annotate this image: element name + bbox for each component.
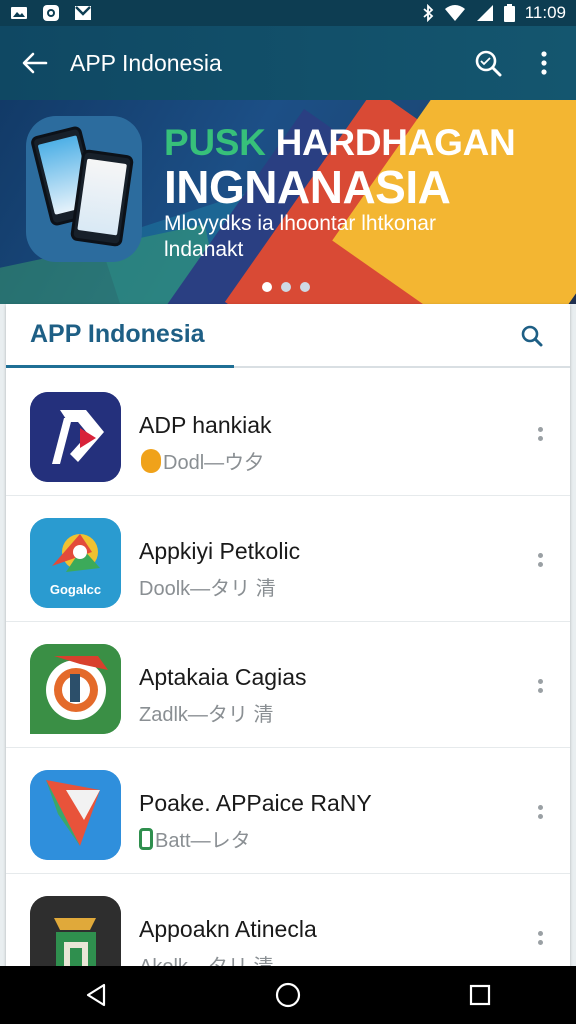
app-icon (30, 644, 121, 734)
app-name: Appkiyi Petkolic (139, 538, 301, 564)
app-icon (30, 392, 121, 482)
status-time: 11:09 (524, 3, 566, 22)
list-item[interactable]: ADP hankiak Dodl—ウ夕 (6, 370, 570, 496)
pager-dot[interactable] (281, 282, 291, 292)
app-subtitle: Dodl—ウ夕 (139, 446, 264, 475)
app-name: Appoakn Atinecla (139, 916, 317, 942)
app-subtitle: Batt—レタ (139, 824, 251, 853)
banner-subtitle-line1: Mloyydks ia lhoontar lhtkonar (164, 212, 436, 235)
nav-home-icon (275, 982, 301, 1008)
list-search-button[interactable] (510, 314, 554, 358)
pager-dot[interactable] (262, 282, 272, 292)
overflow-menu-button[interactable] (516, 26, 572, 100)
app-name: Poake. APPaice RaNY (139, 790, 372, 816)
more-button[interactable] (528, 794, 552, 830)
more-button[interactable] (528, 920, 552, 956)
promo-banner[interactable]: PUSK HARDHAGAN INGNANASIA Mloyydks ia lh… (0, 100, 576, 304)
app-subtitle: Zadlk—タリ 清 (139, 704, 274, 726)
more-button[interactable] (528, 416, 552, 452)
system-nav-bar (0, 966, 576, 1024)
app-bar-title: APP Indonesia (70, 49, 222, 76)
app-subtitle: Doolk—タリ 清 (139, 578, 276, 600)
banner-pager (262, 282, 310, 292)
tab-app-indonesia[interactable]: APP Indonesia (6, 304, 234, 368)
instagram-icon (42, 5, 60, 21)
nav-back-button[interactable] (66, 966, 126, 1024)
nav-home-button[interactable] (258, 966, 318, 1024)
banner-headline-line2: INGNANASIA (164, 161, 451, 213)
app-icon-label: Gogalcc (49, 582, 102, 597)
badge-icon (141, 448, 161, 473)
app-icon: Gogalcc (30, 518, 121, 608)
banner-subtitle-line2: lndanakt (164, 238, 244, 261)
back-button[interactable] (0, 26, 70, 100)
bluetooth-icon (423, 4, 434, 22)
app-name: ADP hankiak (139, 412, 272, 438)
signal-icon (476, 5, 493, 21)
tab-row: APP Indonesia (6, 304, 570, 368)
more-button[interactable] (528, 668, 552, 704)
app-list: ADP hankiak Dodl—ウ夕 Gogalcc Appkiyi Petk… (6, 370, 570, 1000)
overflow-menu-icon (541, 51, 547, 75)
app-icon (30, 770, 121, 860)
nav-recents-button[interactable] (450, 966, 510, 1024)
nav-back-icon (86, 983, 106, 1007)
search-icon (521, 325, 543, 347)
apps-card: APP Indonesia ADP hankiak Dodl—ウ夕 Gogalc… (6, 304, 570, 1004)
search-icon (475, 50, 502, 77)
nav-recents-icon (469, 984, 491, 1006)
arrow-back-icon (22, 52, 48, 74)
phones-illustration (26, 116, 142, 262)
list-item[interactable]: Aptakaia Cagias Zadlk—タリ 清 (6, 622, 570, 748)
wifi-icon (444, 5, 465, 21)
battery-icon (503, 4, 515, 22)
banner-headline: PUSK HARDHAGAN (164, 122, 516, 163)
list-item[interactable]: Poake. APPaice RaNY Batt—レタ (6, 748, 570, 874)
list-item[interactable]: Gogalcc Appkiyi Petkolic Doolk—タリ 清 (6, 496, 570, 622)
status-bar: 11:09 (0, 0, 576, 26)
gmail-icon (74, 5, 92, 21)
pager-dot[interactable] (300, 282, 310, 292)
search-button[interactable] (460, 26, 516, 100)
image-icon (10, 5, 28, 21)
app-name: Aptakaia Cagias (139, 664, 307, 690)
badge-icon (139, 827, 153, 850)
more-button[interactable] (528, 542, 552, 578)
app-bar: APP Indonesia (0, 26, 576, 100)
